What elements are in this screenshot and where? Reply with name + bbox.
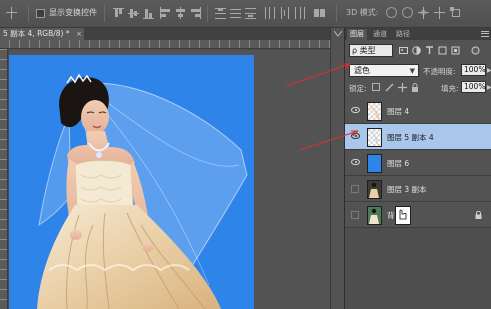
visibility-toggle-empty[interactable] (351, 211, 359, 219)
blend-mode-select[interactable]: 滤色 ▼ (349, 64, 419, 77)
layer-thumbnail (367, 154, 382, 173)
show-transform-label: 显示变换控件 (49, 8, 97, 17)
fill-input[interactable]: 100% (461, 81, 486, 93)
slide-3d-icon[interactable] (434, 7, 445, 19)
collapse-dock-icon[interactable] (334, 31, 342, 37)
document-tab-bar: 5 副本 4, RGB/8) * × (0, 28, 344, 40)
layer-thumbnail (367, 180, 382, 199)
close-tab-icon[interactable]: × (76, 28, 82, 40)
pan-3d-icon[interactable] (418, 7, 429, 19)
align-right-icon[interactable] (190, 7, 201, 19)
opacity-input[interactable]: 100% (461, 64, 486, 76)
align-top-icon[interactable] (113, 7, 124, 19)
options-separator (104, 5, 105, 22)
bride-photo (37, 73, 248, 309)
layer-name[interactable]: 图层 6 (387, 158, 409, 169)
horizontal-ruler[interactable] (0, 40, 344, 49)
distribute-vcenter-icon[interactable] (230, 7, 241, 19)
layer-filter-select[interactable]: ρ 类型 (349, 44, 393, 57)
filter-shape-icon[interactable] (438, 46, 447, 55)
align-left-icon[interactable] (160, 7, 171, 19)
opacity-label: 不透明度: (423, 67, 456, 76)
lock-all-icon[interactable] (411, 83, 419, 92)
fill-dropdown-icon[interactable]: ▶ (487, 84, 491, 91)
rotate-3d-icon[interactable] (386, 7, 397, 18)
layer-name[interactable]: 图层 4 (387, 106, 409, 117)
layers-panel: 图层 通道 路径 ρ 类型 滤色 ▼ 不透明度: 100% ▶ 锁定: 填充: … (344, 28, 491, 309)
layer-row[interactable]: 背 (345, 202, 491, 228)
lock-image-icon[interactable] (385, 83, 394, 92)
layer-thumbnail (367, 102, 382, 121)
eye-icon[interactable] (351, 159, 360, 165)
scale-3d-icon[interactable] (450, 7, 461, 19)
align-vcenter-icon[interactable] (128, 7, 139, 19)
panel-tabs: 图层 通道 路径 (345, 28, 491, 40)
filter-adjustment-icon[interactable] (412, 46, 421, 55)
panel-dock-strip (330, 28, 344, 309)
show-transform-checkbox[interactable] (36, 9, 45, 18)
document-canvas[interactable] (9, 55, 254, 309)
lock-transparency-icon[interactable] (372, 83, 380, 91)
eye-icon[interactable] (351, 107, 360, 113)
layer-name[interactable]: 图层 5 副本 4 (387, 132, 434, 143)
chevron-down-icon: ▼ (409, 67, 415, 75)
layer-filter-row: ρ 类型 (349, 44, 488, 58)
opacity-dropdown-icon[interactable]: ▶ (487, 67, 491, 74)
align-hcenter-icon[interactable] (175, 7, 186, 19)
eye-icon[interactable] (351, 133, 360, 139)
layers-list: 图层 4 图层 5 副本 4 图层 6 图层 3 副本 背 (345, 98, 491, 309)
distribute-hcenter-icon[interactable] (279, 7, 290, 19)
distribute-bottom-icon[interactable] (245, 7, 256, 19)
options-separator (336, 5, 337, 22)
layer-row-selected[interactable]: 图层 5 副本 4 (345, 124, 491, 150)
filter-pixel-icon[interactable] (399, 46, 408, 55)
layer-thumbnail (367, 128, 382, 147)
distribute-left-icon[interactable] (264, 7, 275, 19)
document-tab[interactable]: 5 副本 4, RGB/8) * × (0, 28, 84, 40)
layer-row[interactable]: 图层 6 (345, 150, 491, 176)
layer-lock-icon[interactable] (475, 211, 482, 219)
auto-align-icon[interactable] (314, 7, 325, 19)
blend-mode-value: 滤色 (354, 66, 370, 75)
tab-paths[interactable]: 路径 (393, 29, 413, 40)
vertical-ruler[interactable] (0, 49, 8, 309)
layer-row[interactable]: 图层 4 (345, 98, 491, 124)
panel-menu-icon[interactable] (481, 31, 489, 37)
lock-row: 锁定: 填充: 100% ▶ (349, 81, 491, 95)
cursor-hand-icon (399, 209, 407, 220)
visibility-toggle-empty[interactable] (351, 185, 359, 193)
roll-3d-icon[interactable] (402, 7, 413, 18)
3d-mode-label: 3D 模式: (346, 8, 379, 17)
tab-layers[interactable]: 图层 (347, 29, 367, 40)
options-separator (28, 5, 29, 22)
blend-row: 滤色 ▼ 不透明度: 100% ▶ (349, 64, 491, 78)
layer-thumbnail (367, 206, 382, 225)
options-bar: 显示变换控件 3D 模式: (0, 0, 491, 28)
move-tool-options-icon[interactable] (6, 7, 17, 19)
layer-name[interactable]: 图层 3 副本 (387, 184, 427, 195)
filter-smartobject-icon[interactable] (451, 46, 460, 55)
lock-position-icon[interactable] (398, 83, 407, 92)
tab-channels[interactable]: 通道 (370, 29, 390, 40)
layer-row[interactable]: 图层 3 副本 (345, 176, 491, 202)
filter-toggle-icon[interactable] (471, 46, 480, 55)
document-tab-title: 5 副本 4, RGB/8) * (3, 29, 70, 38)
align-bottom-icon[interactable] (143, 7, 154, 19)
fill-label: 填充: (441, 84, 459, 93)
distribute-top-icon[interactable] (215, 7, 226, 19)
options-separator (207, 5, 208, 22)
lock-label: 锁定: (349, 84, 367, 93)
filter-type-icon[interactable] (425, 46, 434, 55)
layer-name[interactable]: 背 (387, 210, 395, 221)
distribute-right-icon[interactable] (294, 7, 305, 19)
